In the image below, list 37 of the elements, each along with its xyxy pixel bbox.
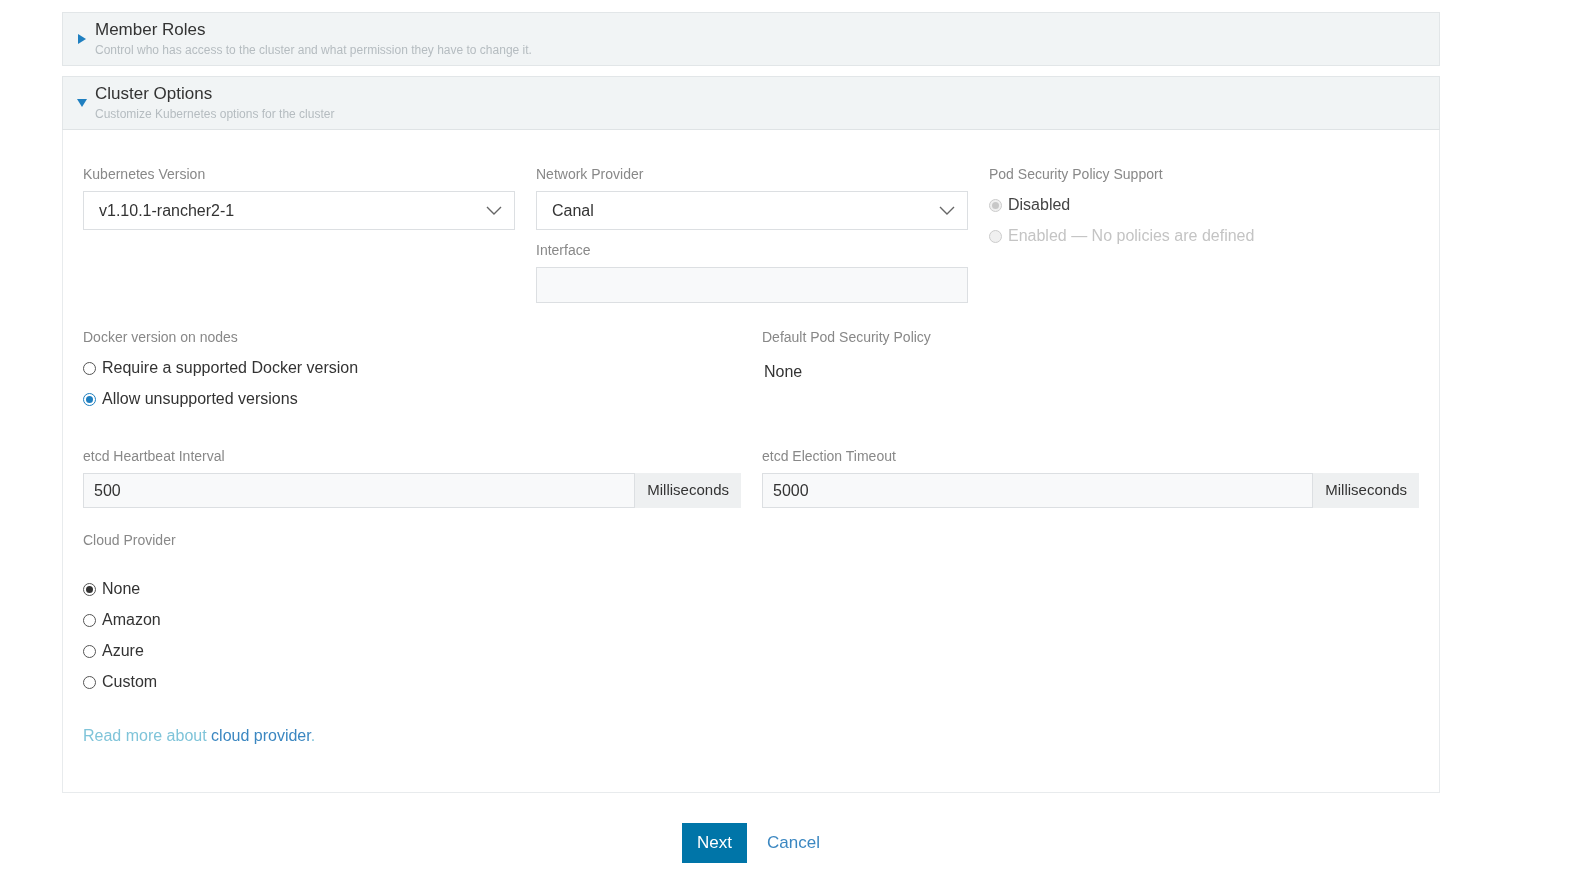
cancel-link[interactable]: Cancel [767, 830, 820, 856]
radio-label: Amazon [102, 610, 161, 631]
section-title: Cluster Options [95, 83, 214, 106]
field-label: Pod Security Policy Support [989, 165, 1163, 185]
input-field[interactable]: 5000 [762, 473, 1314, 509]
section-header[interactable]: Cluster Options Customize Kubernetes options for the cluster [62, 76, 1440, 131]
select-field[interactable]: v1.10.1-rancher2-1 [83, 191, 515, 231]
input-field[interactable] [536, 267, 968, 304]
radio-label: Require a supported Docker version [102, 358, 359, 379]
unit-label: Milliseconds [1313, 473, 1419, 509]
unit-label: Milliseconds [635, 473, 741, 509]
section-title: Member Roles [95, 19, 207, 41]
chevron-down-icon [486, 206, 502, 216]
field-label: etcd Election Timeout [762, 447, 896, 467]
field-label: etcd Heartbeat Interval [83, 447, 225, 467]
radio-label: Allow unsupported versions [102, 389, 298, 410]
chevron-down-icon [939, 206, 955, 216]
radio-label: Azure [102, 641, 144, 662]
field-value: None [764, 362, 803, 383]
radio-label: None [102, 579, 141, 600]
next-button[interactable]: Next [682, 823, 747, 863]
field-label: Cloud Provider [83, 531, 176, 551]
section-description: Control who has access to the cluster and what permission they have to change it. [95, 42, 532, 60]
section-description: Customize Kubernetes options for the cluster [95, 106, 335, 124]
radio-label: Disabled [1008, 195, 1071, 216]
input-field[interactable]: 500 [83, 473, 636, 509]
section-header[interactable]: Member Roles Control who has access to the cluster and what permission they have to change it. [62, 12, 1440, 67]
field-label: Interface [536, 241, 591, 261]
field-label: Kubernetes Version [83, 165, 206, 185]
radio-label: Custom [102, 672, 158, 693]
field-label: Default Pod Security Policy [762, 328, 931, 348]
help-text: Read more about cloud provider. [83, 726, 317, 747]
field-label: Network Provider [536, 165, 644, 185]
radio-label: Enabled — No policies are defined [1008, 226, 1255, 247]
cloud-provider-link[interactable]: cloud provider [211, 727, 311, 745]
select-field[interactable]: Canal [536, 191, 968, 231]
field-label: Docker version on nodes [83, 328, 238, 348]
